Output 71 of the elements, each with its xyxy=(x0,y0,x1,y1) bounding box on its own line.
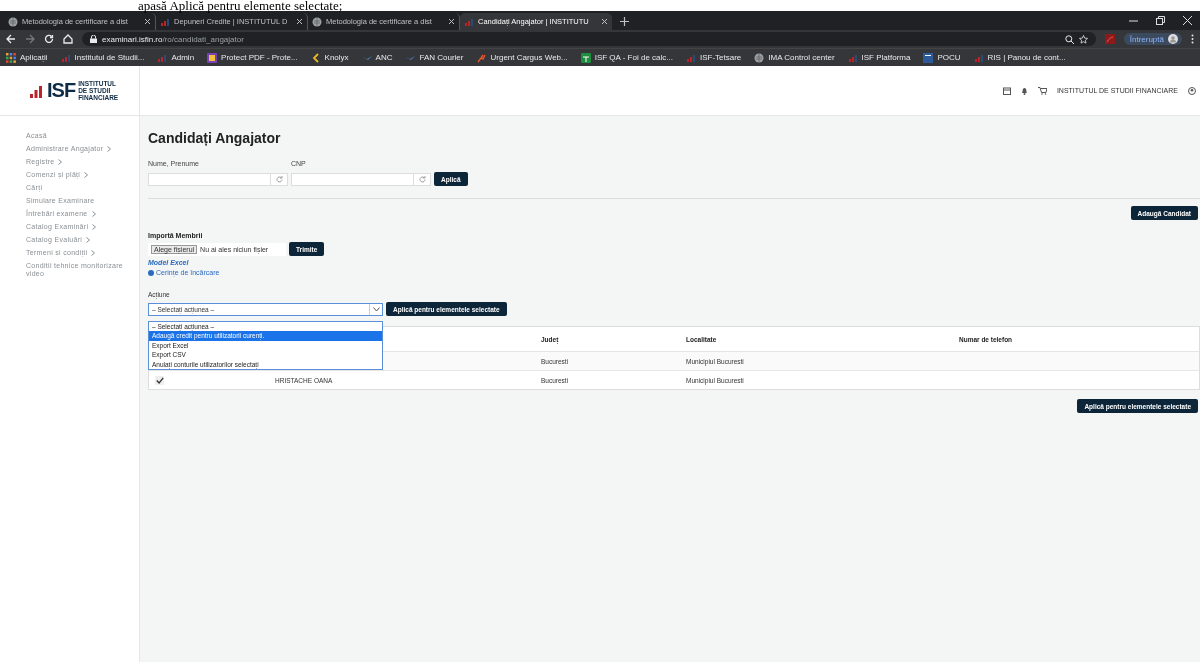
runner-icon xyxy=(476,52,487,63)
chevron-right-icon xyxy=(91,211,96,217)
globe-icon xyxy=(312,16,322,27)
url-text: examinari.isfin.ro/ro/candidati_angajator xyxy=(102,34,244,44)
bookmark[interactable]: RIS | Panou de cont... xyxy=(973,52,1066,63)
cart-icon[interactable] xyxy=(1037,86,1047,95)
lock-icon xyxy=(90,35,97,43)
chevron-right-icon xyxy=(86,237,91,243)
close-icon[interactable] xyxy=(601,18,608,25)
bookmark[interactable]: Institutul de Studii... xyxy=(60,52,145,63)
bar-chart-logo-icon xyxy=(30,83,44,98)
avatar-icon xyxy=(1168,34,1178,44)
number-two-icon xyxy=(207,52,218,63)
bookmark[interactable]: ISF Platforma xyxy=(847,52,911,63)
new-tab-icon[interactable] xyxy=(620,17,629,26)
chevron-right-icon xyxy=(84,172,89,178)
bookmark[interactable]: Aplicații xyxy=(6,52,48,63)
bookmark[interactable]: Admin xyxy=(157,52,195,63)
user-icon[interactable] xyxy=(1188,86,1196,95)
chevron-icon xyxy=(310,52,321,63)
home-icon[interactable] xyxy=(63,34,73,44)
bars-logo-icon xyxy=(685,52,696,63)
chevron-right-icon xyxy=(58,159,63,165)
bars-logo-icon xyxy=(973,52,984,63)
bars-logo-icon xyxy=(464,16,474,27)
reload-icon[interactable] xyxy=(44,34,54,44)
close-icon[interactable] xyxy=(448,18,455,25)
bookmark[interactable]: Urgent Cargus Web... xyxy=(476,52,568,63)
bookmark[interactable]: ISF-Tetsare xyxy=(685,52,742,63)
pdf-extension-icon[interactable] xyxy=(1104,34,1115,44)
close-icon[interactable] xyxy=(144,18,151,25)
bookmark[interactable]: Protect PDF - Prote... xyxy=(207,52,298,63)
more-menu-icon[interactable] xyxy=(1191,34,1194,44)
bookmark[interactable]: ANC xyxy=(361,52,393,63)
calendar-icon[interactable] xyxy=(1002,86,1011,95)
document-text: apasă Aplică pentru elemente selectate; xyxy=(137,0,344,11)
square-logo-icon xyxy=(923,52,934,63)
bookmark[interactable]: Knolyx xyxy=(310,52,349,63)
close-icon[interactable] xyxy=(296,18,303,25)
bars-logo-icon xyxy=(160,16,170,27)
back-arrow-icon[interactable] xyxy=(6,34,16,44)
chevron-right-icon xyxy=(91,250,96,256)
bookmark[interactable]: ISF QA - Foi de calc... xyxy=(580,52,673,63)
row-checkbox[interactable] xyxy=(155,375,164,385)
bookmark[interactable]: IMA Control center xyxy=(754,52,835,63)
profile-button[interactable]: Întreruptă xyxy=(1123,33,1182,45)
bell-icon[interactable] xyxy=(1020,86,1028,95)
chevron-right-icon xyxy=(92,224,97,230)
bars-logo-icon xyxy=(60,52,71,63)
checkmark-icon xyxy=(155,376,164,384)
bars-logo-icon xyxy=(847,52,858,63)
page-title: Candidați Angajator xyxy=(148,130,282,146)
star-icon[interactable] xyxy=(1078,34,1088,44)
forward-arrow-icon[interactable] xyxy=(25,34,35,44)
logo-text: ISF xyxy=(47,79,76,102)
address-bar[interactable]: examinari.isfin.ro/ro/candidati_angajator xyxy=(82,32,1096,46)
bars-logo-icon xyxy=(157,52,168,63)
spreadsheet-icon xyxy=(580,52,591,63)
globe-icon xyxy=(8,16,18,27)
close-icon[interactable] xyxy=(1183,16,1192,25)
zoom-icon[interactable] xyxy=(1064,34,1074,44)
restore-icon[interactable] xyxy=(1156,16,1165,25)
apps-grid-icon xyxy=(6,52,16,63)
input-field[interactable] xyxy=(148,173,288,186)
globe-icon xyxy=(754,52,765,63)
bookmark[interactable]: FAN Courier xyxy=(405,52,464,63)
caret-icon xyxy=(372,306,380,312)
input-field[interactable] xyxy=(291,173,431,186)
chevron-right-icon xyxy=(107,146,112,152)
info-icon xyxy=(148,269,154,276)
bookmark[interactable]: POCU xyxy=(923,52,961,63)
